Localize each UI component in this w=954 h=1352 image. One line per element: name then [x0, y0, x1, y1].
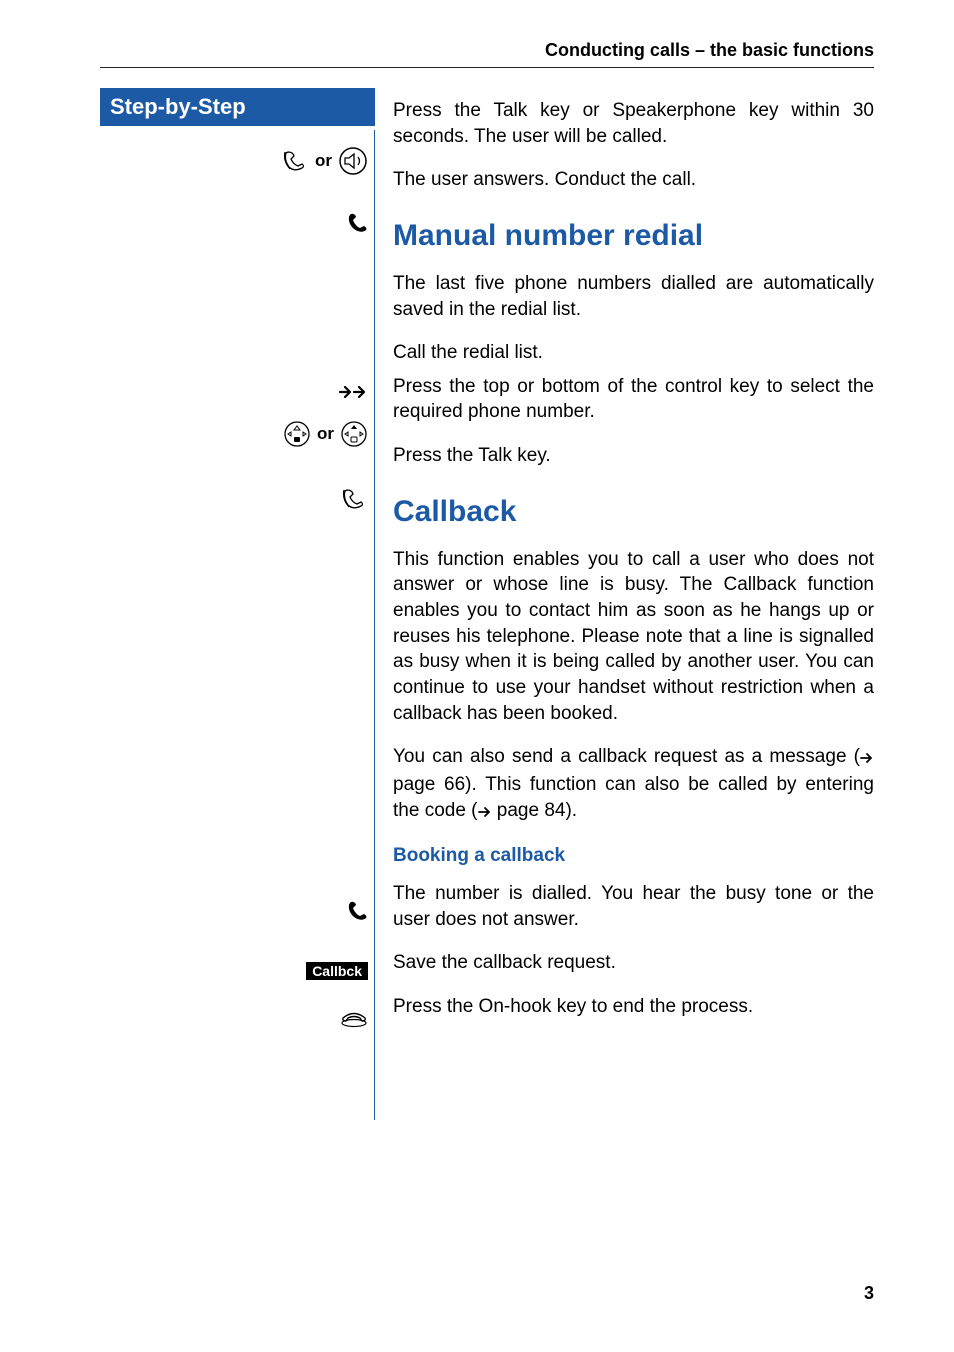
section-heading-callback: Callback — [393, 495, 874, 529]
or-label: or — [317, 424, 334, 444]
arrow-right-icon — [478, 800, 492, 826]
body-paragraph: You can also send a callback request as … — [393, 744, 874, 825]
or-label: or — [315, 151, 332, 171]
text-fragment: You can also send a callback request as … — [393, 746, 860, 767]
redial-arrows-icon — [338, 384, 368, 400]
body-paragraph: The last five phone numbers dialled are … — [393, 271, 874, 322]
handset-lifted-icon — [346, 900, 368, 922]
section-heading-manual-redial: Manual number redial — [393, 219, 874, 253]
on-hook-key-icon — [340, 1006, 368, 1028]
control-key-down-icon — [283, 420, 311, 448]
step-text: Press the On-hook key to end the process… — [393, 994, 874, 1020]
step-text: Call the redial list. — [393, 340, 874, 366]
step-text: Press the top or bottom of the control k… — [393, 374, 874, 425]
handset-lifted-icon — [346, 212, 368, 234]
page-ref: page 84 — [497, 800, 566, 821]
step-text: Press the Talk key or Speakerphone key w… — [393, 98, 874, 149]
talk-key-icon — [342, 488, 368, 510]
arrow-right-icon — [860, 746, 874, 772]
step-text: Press the Talk key. — [393, 443, 874, 469]
step-text: The number is dialled. You hear the busy… — [393, 881, 874, 932]
page-ref: page 66 — [393, 774, 465, 795]
callback-softkey-badge: Callbck — [306, 962, 368, 980]
text-fragment: ). — [565, 800, 577, 821]
talk-key-icon — [283, 150, 309, 172]
page-number: 3 — [864, 1283, 874, 1304]
sidebar-title: Step-by-Step — [100, 88, 375, 126]
step-text: The user answers. Conduct the call. — [393, 167, 874, 193]
body-paragraph: This function enables you to call a user… — [393, 547, 874, 726]
speakerphone-key-icon — [338, 146, 368, 176]
subsection-heading-booking: Booking a callback — [393, 845, 874, 867]
step-text: Save the callback request. — [393, 950, 874, 976]
control-key-up-icon — [340, 420, 368, 448]
page-header: Conducting calls – the basic functions — [100, 40, 874, 68]
text-fragment: ). This function can also be called by e… — [393, 774, 874, 821]
